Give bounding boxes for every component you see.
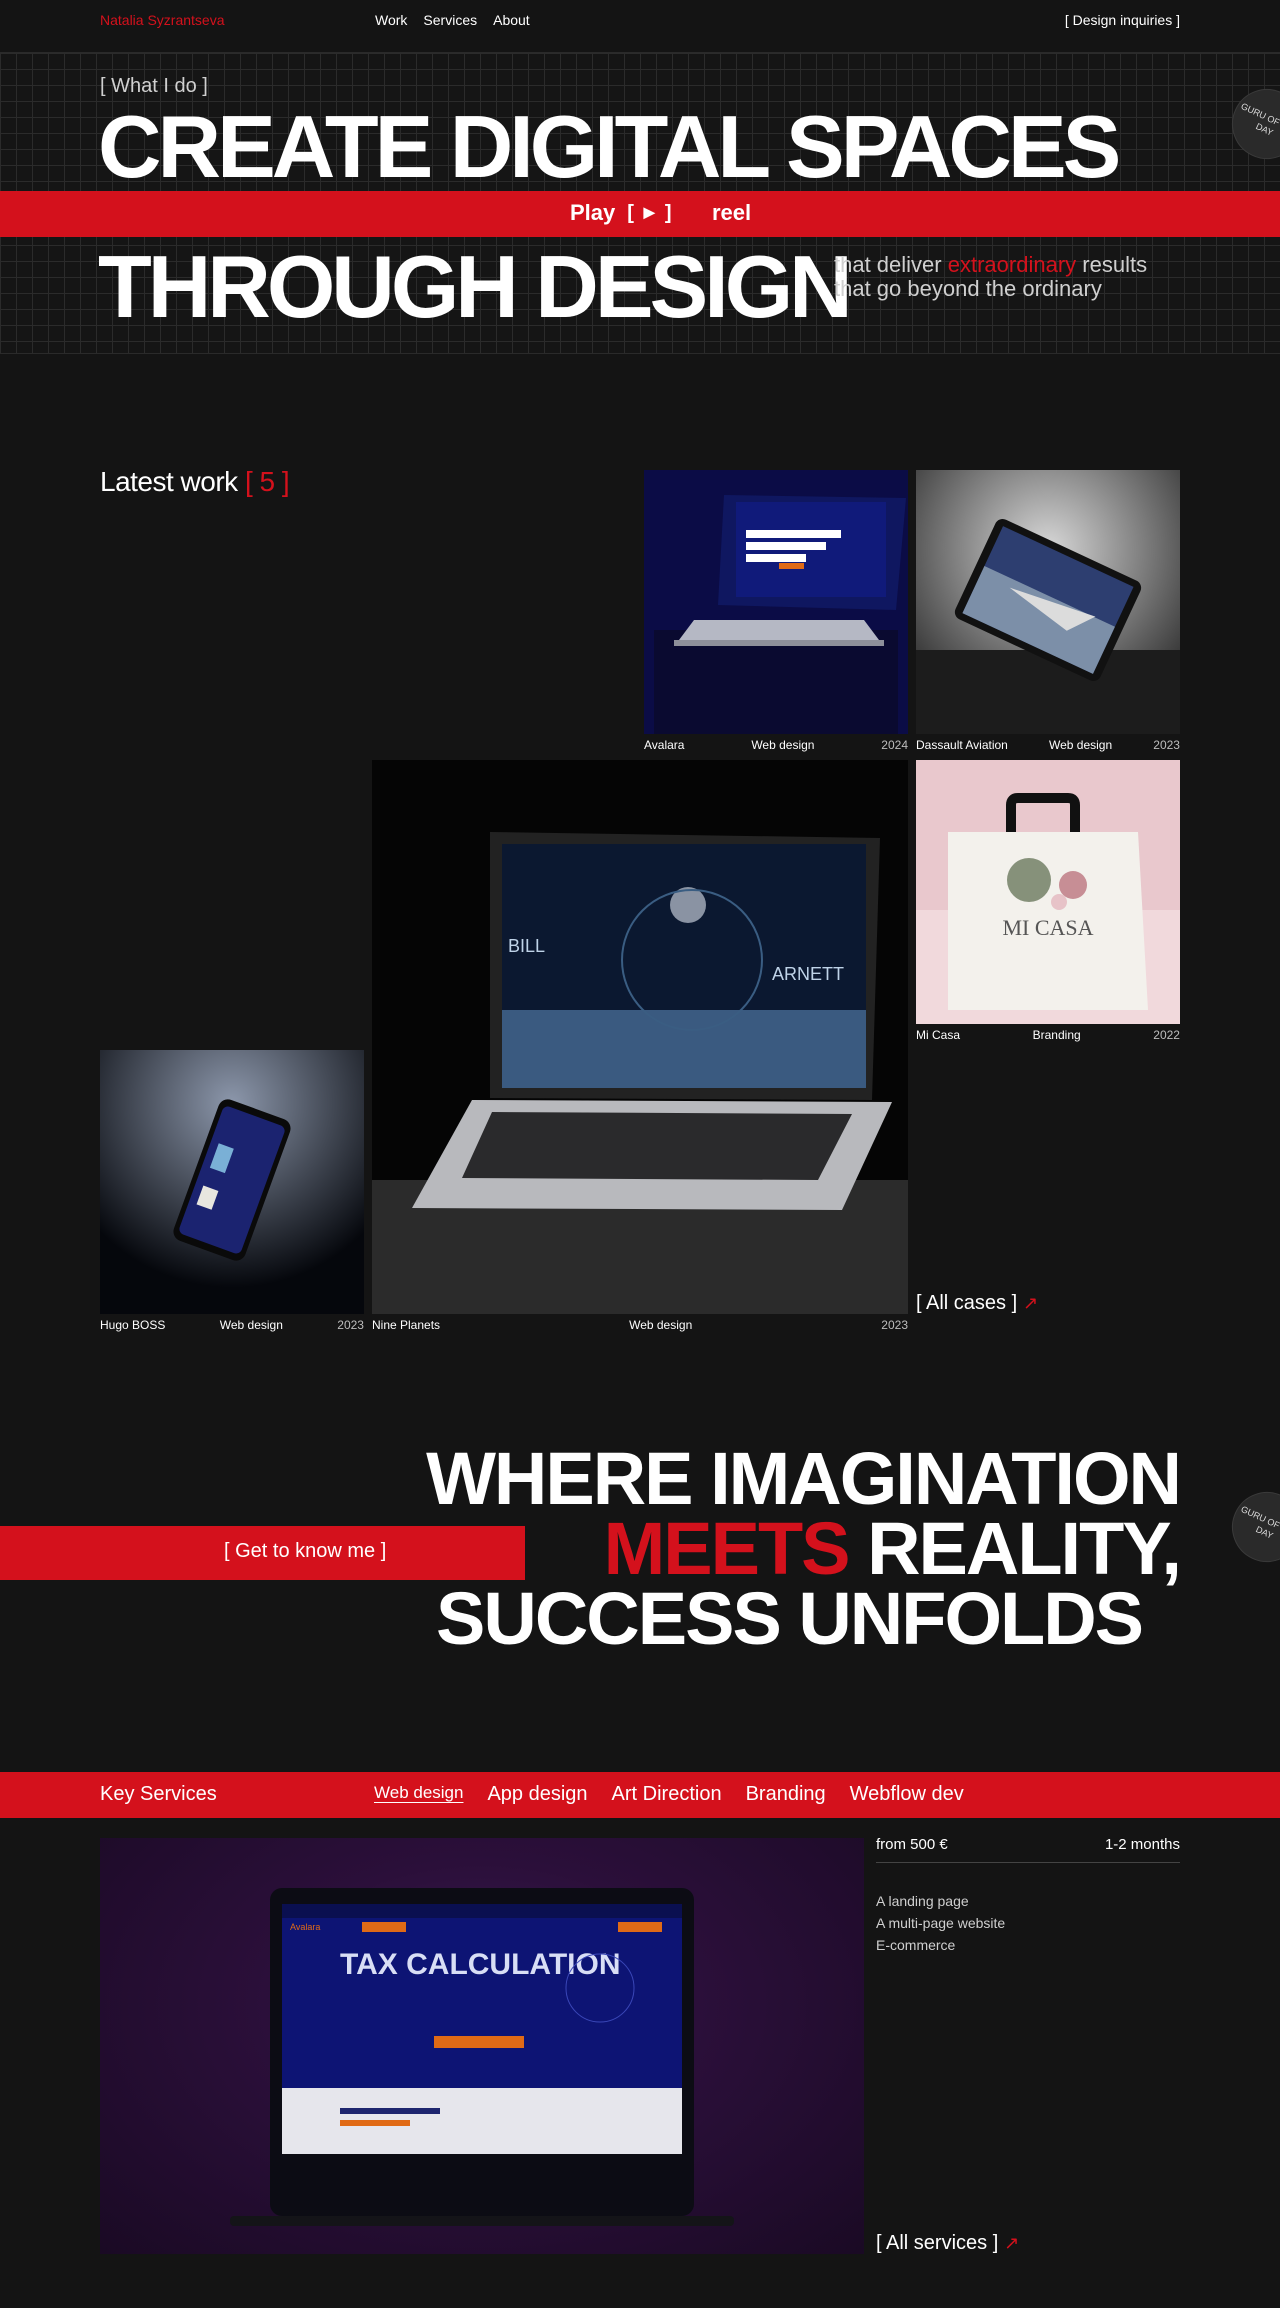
guru-badge[interactable]: GURU OF THE DAY bbox=[1220, 77, 1280, 171]
hugo-boss-phone-illustration bbox=[100, 1050, 364, 1314]
guru-badge-2[interactable]: GURU OF THE DAY bbox=[1220, 1480, 1280, 1574]
tab-web-design[interactable]: Web design bbox=[374, 1783, 463, 1806]
tab-app-design[interactable]: App design bbox=[487, 1783, 587, 1806]
tab-webflow-dev[interactable]: Webflow dev bbox=[850, 1783, 964, 1806]
hero-section: [ What I do ] CREATE DIGITAL SPACES Play… bbox=[0, 52, 1280, 354]
tax-calculation-laptop-illustration: Avalara TAX CALCULATION bbox=[230, 1888, 734, 2226]
case-caption-micasa: Mi Casa Branding 2022 bbox=[916, 1028, 1180, 1042]
arrow-up-right-icon: ↗ bbox=[1023, 1293, 1039, 1313]
case-type: Web design bbox=[751, 738, 815, 752]
design-inquiries-link[interactable]: [ Design inquiries ] bbox=[1065, 12, 1180, 28]
case-year: 2022 bbox=[1153, 1028, 1180, 1042]
case-year: 2024 bbox=[881, 738, 908, 752]
all-cases-label: [ All cases ] bbox=[916, 1292, 1018, 1314]
case-type: Web design bbox=[219, 1318, 283, 1332]
nav-services[interactable]: Services bbox=[423, 12, 477, 28]
latest-work-count: [ 5 ] bbox=[244, 466, 290, 497]
reel-label: reel bbox=[712, 200, 752, 225]
all-services-label: [ All services ] bbox=[876, 2232, 999, 2254]
service-price: from 500 € bbox=[876, 1836, 948, 1853]
case-name: Mi Casa bbox=[916, 1028, 961, 1042]
play-icon: [ ► ] bbox=[627, 201, 672, 224]
tab-branding[interactable]: Branding bbox=[746, 1783, 826, 1806]
latest-work-label: Latest work bbox=[100, 466, 238, 497]
services-tabs: Web design App design Art Direction Bran… bbox=[374, 1783, 964, 1806]
case-image-avalara[interactable] bbox=[644, 470, 908, 734]
case-caption-dassault: Dassault Aviation Web design 2023 bbox=[916, 738, 1180, 752]
case-year: 2023 bbox=[1153, 738, 1180, 752]
mock-title: TAX CALCULATION bbox=[340, 1948, 621, 1981]
case-year: 2023 bbox=[337, 1318, 364, 1332]
hero-headline-line2: THROUGH DESIGN bbox=[98, 237, 853, 336]
nav-work[interactable]: Work bbox=[375, 12, 407, 28]
service-divider bbox=[876, 1862, 1180, 1863]
service-items: A landing page A multi-page website E-co… bbox=[876, 1890, 1005, 1956]
service-preview-image: Avalara TAX CALCULATION bbox=[100, 1838, 864, 2254]
svg-text:MI CASA: MI CASA bbox=[1002, 915, 1093, 940]
play-label: Play bbox=[570, 200, 616, 225]
case-image-nine-planets[interactable]: BILL ARNETT bbox=[372, 760, 908, 1314]
all-services-link[interactable]: [ All services ] ↗ bbox=[876, 2232, 1019, 2255]
nine-planets-laptop-illustration: BILL ARNETT bbox=[372, 760, 908, 1314]
site-logo[interactable]: Natalia Syzrantseva bbox=[100, 12, 225, 28]
service-item: A multi-page website bbox=[876, 1915, 1006, 1931]
key-services-title: Key Services bbox=[100, 1783, 217, 1805]
case-name: Nine Planets bbox=[372, 1318, 441, 1332]
case-name: Avalara bbox=[644, 738, 685, 752]
dassault-tablet-illustration bbox=[916, 470, 1180, 734]
svg-text:ARNETT: ARNETT bbox=[772, 964, 844, 984]
service-item: E-commerce bbox=[876, 1937, 956, 1953]
hero-subtitle: that deliver extraordinary results that … bbox=[834, 253, 1147, 301]
hero-headline-line1: CREATE DIGITAL SPACES bbox=[98, 97, 1121, 196]
micasa-bag-illustration: MI CASA bbox=[916, 760, 1180, 1024]
main-nav: Work Services About bbox=[375, 12, 530, 28]
nav-about[interactable]: About bbox=[493, 12, 530, 28]
case-image-hugo-boss[interactable] bbox=[100, 1050, 364, 1314]
service-duration: 1-2 months bbox=[1104, 1836, 1180, 1853]
case-name: Hugo BOSS bbox=[100, 1318, 166, 1332]
case-type: Branding bbox=[1032, 1028, 1081, 1042]
imagination-headline: WHERE IMAGINATION MEETS REALITY, SUCCESS… bbox=[426, 1437, 1182, 1660]
key-services-band: Key Services Web design App design Art D… bbox=[0, 1772, 1280, 1818]
hero-sub-suffix: results bbox=[1082, 252, 1148, 277]
case-type: Web design bbox=[1048, 738, 1113, 752]
hero-sub-prefix: that deliver bbox=[834, 252, 942, 277]
tab-art-direction[interactable]: Art Direction bbox=[612, 1783, 722, 1806]
imagination-line3: SUCCESS UNFOLDS bbox=[436, 1577, 1144, 1660]
avalara-laptop-illustration bbox=[644, 470, 908, 734]
hero-kicker: [ What I do ] bbox=[100, 75, 208, 97]
case-image-dassault[interactable] bbox=[916, 470, 1180, 734]
case-type: Web design bbox=[629, 1318, 693, 1332]
case-image-micasa[interactable]: MI CASA bbox=[916, 760, 1180, 1024]
all-cases-link[interactable]: [ All cases ] ↗ bbox=[916, 1292, 1038, 1315]
imagination-line1: WHERE IMAGINATION bbox=[426, 1437, 1182, 1520]
svg-text:BILL: BILL bbox=[508, 936, 545, 956]
hero-sub-accent: extraordinary bbox=[947, 252, 1077, 277]
service-item: A landing page bbox=[876, 1893, 969, 1909]
hero-sub-line2: that go beyond the ordinary bbox=[834, 276, 1102, 301]
case-caption-nine-planets: Nine Planets Web design 2023 bbox=[372, 1318, 908, 1332]
get-to-know-button[interactable]: [ Get to know me ] bbox=[224, 1540, 386, 1563]
reel-band: Play [ ► ] reel bbox=[0, 191, 1280, 237]
case-name: Dassault Aviation bbox=[916, 738, 1008, 752]
case-caption-hugo-boss: Hugo BOSS Web design 2023 bbox=[100, 1318, 364, 1332]
case-caption-avalara: Avalara Web design 2024 bbox=[644, 738, 908, 752]
mock-logo: Avalara bbox=[290, 1922, 320, 1932]
imagination-line2: MEETS REALITY, bbox=[426, 1512, 1182, 1586]
latest-work-title: Latest work [ 5 ] bbox=[100, 466, 290, 498]
case-year: 2023 bbox=[881, 1318, 908, 1332]
play-reel-button[interactable]: Play [ ► ] bbox=[570, 200, 672, 226]
arrow-up-right-icon: ↗ bbox=[1004, 2233, 1020, 2253]
